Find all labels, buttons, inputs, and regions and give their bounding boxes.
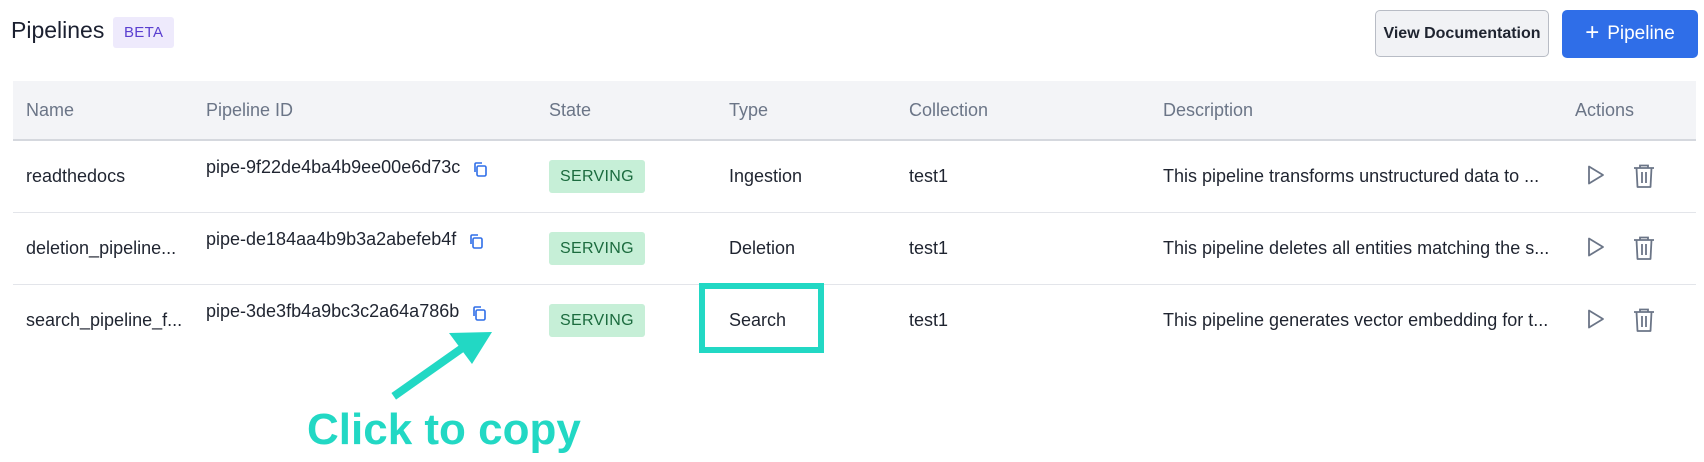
- pipeline-type: Deletion: [729, 238, 796, 258]
- copy-icon[interactable]: [468, 233, 484, 249]
- annotation-arrow-icon: [391, 332, 492, 400]
- add-pipeline-button[interactable]: + Pipeline: [1562, 10, 1698, 58]
- pipeline-id: pipe-3de3fb4a9bc3c2a64a786b: [206, 301, 460, 321]
- pipeline-id: pipe-de184aa4b9b3a2abefeb4f: [206, 229, 457, 249]
- copy-icon[interactable]: [472, 161, 488, 177]
- table-header: Name Pipeline ID State Type Collection D…: [13, 81, 1696, 141]
- pipeline-collection: test1: [909, 166, 949, 186]
- page-title: Pipelines: [11, 17, 105, 43]
- column-header-actions: Actions: [1575, 100, 1635, 120]
- pipeline-collection: test1: [909, 238, 949, 258]
- state-cell: SERVING: [549, 285, 645, 356]
- pipeline-description: This pipeline deletes all entities match…: [1163, 238, 1550, 258]
- page-header: Pipelines BETA View Documentation + Pipe…: [0, 0, 1704, 70]
- state-badge: SERVING: [549, 160, 645, 193]
- table-row[interactable]: readthedocs pipe-9f22de4ba4b9ee00e6d73c …: [13, 141, 1696, 213]
- search-type-highlight-box: [699, 283, 824, 353]
- copy-icon[interactable]: [471, 305, 487, 321]
- trash-icon[interactable]: [1632, 235, 1656, 261]
- pipeline-type: Ingestion: [729, 166, 803, 186]
- column-header-pipeline-id[interactable]: Pipeline ID: [206, 81, 293, 139]
- pipeline-name[interactable]: deletion_pipeline...: [26, 213, 176, 284]
- column-header-name[interactable]: Name: [26, 81, 74, 139]
- column-header-collection[interactable]: Collection: [909, 81, 988, 139]
- column-header-type[interactable]: Type: [729, 81, 768, 139]
- pipeline-id-cell: pipe-de184aa4b9b3a2abefeb4f: [206, 213, 484, 284]
- state-badge: SERVING: [549, 232, 645, 265]
- trash-icon[interactable]: [1632, 307, 1656, 333]
- trash-icon[interactable]: [1632, 163, 1656, 189]
- annotation-label: Click to copy: [307, 405, 581, 454]
- pipeline-name[interactable]: search_pipeline_f...: [26, 285, 182, 356]
- play-icon[interactable]: [1583, 307, 1607, 331]
- add-pipeline-label: Pipeline: [1607, 23, 1675, 44]
- table-row[interactable]: search_pipeline_f... pipe-3de3fb4a9bc3c2…: [13, 285, 1696, 356]
- state-badge: SERVING: [549, 304, 645, 337]
- beta-badge: BETA: [113, 17, 175, 48]
- play-icon[interactable]: [1583, 235, 1607, 259]
- play-icon[interactable]: [1583, 163, 1607, 187]
- column-header-description[interactable]: Description: [1163, 81, 1253, 139]
- pipeline-description: This pipeline generates vector embedding…: [1163, 310, 1549, 330]
- pipelines-table: Name Pipeline ID State Type Collection D…: [13, 81, 1696, 356]
- view-documentation-button[interactable]: View Documentation: [1375, 10, 1549, 57]
- pipeline-id: pipe-9f22de4ba4b9ee00e6d73c: [206, 157, 461, 177]
- table-row[interactable]: deletion_pipeline... pipe-de184aa4b9b3a2…: [13, 213, 1696, 285]
- state-cell: SERVING: [549, 141, 645, 212]
- pipeline-collection: test1: [909, 310, 949, 330]
- pipeline-name[interactable]: readthedocs: [26, 141, 125, 212]
- state-cell: SERVING: [549, 213, 645, 284]
- pipeline-id-cell: pipe-9f22de4ba4b9ee00e6d73c: [206, 141, 488, 212]
- column-header-state[interactable]: State: [549, 81, 591, 139]
- pipeline-description: This pipeline transforms unstructured da…: [1163, 166, 1540, 186]
- plus-icon: +: [1585, 19, 1600, 46]
